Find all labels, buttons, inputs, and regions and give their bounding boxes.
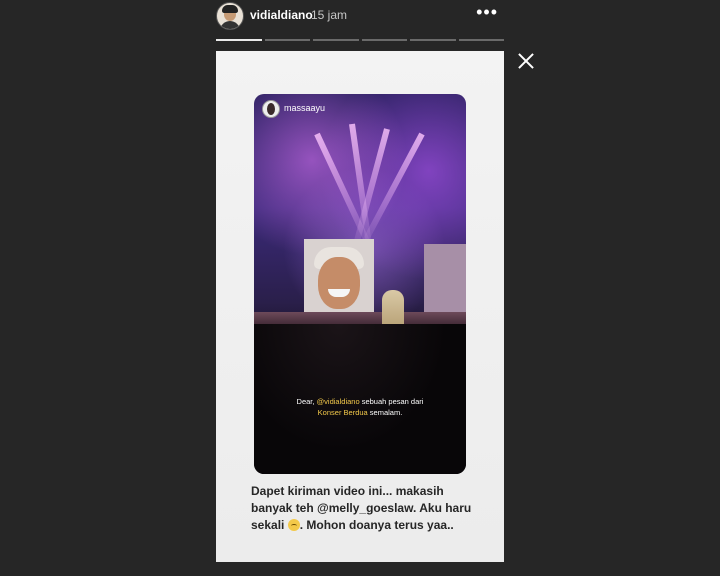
caption-mention[interactable]: @vidialdiano <box>317 397 360 406</box>
caption-text: sebuah pesan dari <box>359 397 424 406</box>
username[interactable]: vidialdiano <box>250 8 313 22</box>
caption-mention[interactable]: Konser Berdua <box>318 408 368 417</box>
story-text-part: . Mohon doanya terus yaa.. <box>299 518 454 532</box>
timestamp: 15 jam <box>311 8 348 22</box>
progress-segment <box>313 39 359 41</box>
more-options-icon[interactable]: ••• <box>476 2 498 23</box>
caption-text: semalam. <box>367 408 403 417</box>
progress-segment <box>361 39 407 41</box>
story-progress-bar <box>216 39 504 41</box>
caption-text: Dear, <box>296 397 317 406</box>
story-header: vidialdiano 15 jam ••• <box>216 0 504 36</box>
reshared-story-media[interactable]: massaayu Dear, @vidialdiano sebuah pesan… <box>254 94 466 474</box>
story-card[interactable]: massaayu Dear, @vidialdiano sebuah pesan… <box>216 51 504 562</box>
crying-face-icon <box>287 519 300 531</box>
reshared-username[interactable]: massaayu <box>284 103 325 113</box>
progress-segment <box>410 39 456 41</box>
story-mention[interactable]: @melly_goeslaw <box>317 501 413 515</box>
story-text: Dapet kiriman video ini... makasih banya… <box>251 483 487 534</box>
progress-segment <box>458 39 504 41</box>
close-icon[interactable] <box>516 51 536 71</box>
reshared-avatar[interactable] <box>262 100 280 118</box>
media-caption: Dear, @vidialdiano sebuah pesan dari Kon… <box>274 396 446 418</box>
avatar[interactable] <box>216 2 244 30</box>
progress-segment <box>216 39 262 41</box>
progress-segment <box>264 39 310 41</box>
